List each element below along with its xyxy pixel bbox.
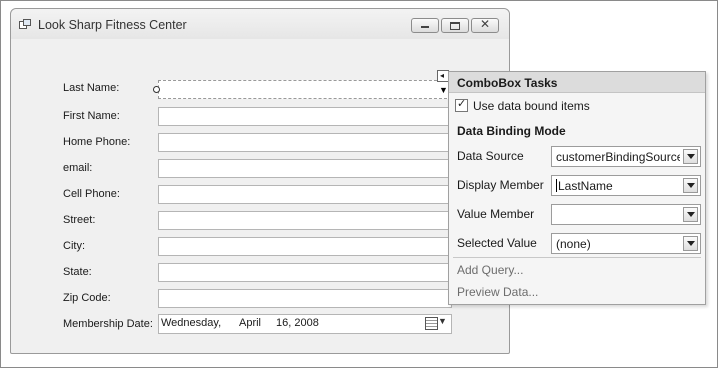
cell-phone-field[interactable] <box>158 185 452 204</box>
combobox-tasks-panel: ComboBox Tasks ✓ Use data bound items Da… <box>448 71 706 305</box>
date-day-year: 16, 2008 <box>276 317 319 329</box>
membership-date-picker[interactable]: Wednesday, April 16, 2008 <box>158 314 452 334</box>
data-source-select[interactable]: customerBindingSource <box>551 146 701 167</box>
data-source-label: Data Source <box>457 149 524 163</box>
use-data-bound-label[interactable]: Use data bound items <box>473 99 590 113</box>
city-label: City: <box>63 240 85 252</box>
smart-tag-arrow-icon: ◂ <box>440 71 445 80</box>
display-member-select[interactable]: LastName <box>551 175 701 196</box>
cell-phone-label: Cell Phone: <box>63 188 120 200</box>
city-field[interactable] <box>158 237 452 256</box>
selected-value-label: Selected Value <box>457 236 537 250</box>
email-label: email: <box>63 162 93 174</box>
text-caret <box>556 179 557 192</box>
street-field[interactable] <box>158 211 452 230</box>
selected-value-select[interactable]: (none) <box>551 233 701 254</box>
maximize-icon <box>450 22 460 30</box>
selected-value-value: (none) <box>556 237 591 251</box>
chevron-down-icon <box>687 241 695 246</box>
state-label: State: <box>63 266 92 278</box>
dropdown-button[interactable] <box>683 178 698 193</box>
checkmark-icon: ✓ <box>457 98 467 110</box>
chevron-down-icon <box>687 154 695 159</box>
close-icon: ✕ <box>479 17 491 31</box>
last-name-combobox[interactable] <box>158 80 452 99</box>
dropdown-button[interactable] <box>683 236 698 251</box>
membership-date-label: Membership Date: <box>63 318 153 330</box>
dropdown-button[interactable] <box>683 207 698 222</box>
data-source-value: customerBindingSource <box>556 150 680 164</box>
value-member-label: Value Member <box>457 207 535 221</box>
zip-code-label: Zip Code: <box>63 292 111 304</box>
chevron-down-icon <box>687 183 695 188</box>
minimize-icon <box>421 26 429 28</box>
home-phone-field[interactable] <box>158 133 452 152</box>
dropdown-button[interactable] <box>683 149 698 164</box>
value-member-select[interactable] <box>551 204 701 225</box>
date-weekday: Wednesday, <box>161 317 222 329</box>
state-field[interactable] <box>158 263 452 282</box>
chevron-down-icon[interactable]: ▼ <box>439 85 448 95</box>
selection-handle[interactable] <box>153 86 160 93</box>
panel-divider <box>453 257 701 258</box>
minimize-button[interactable] <box>411 18 439 33</box>
chevron-down-icon <box>687 212 695 217</box>
display-member-value: LastName <box>558 179 613 193</box>
first-name-field[interactable] <box>158 107 452 126</box>
street-label: Street: <box>63 214 96 226</box>
use-data-bound-checkbox[interactable]: ✓ <box>455 98 468 112</box>
display-member-label: Display Member <box>457 178 544 192</box>
first-name-label: First Name: <box>63 110 120 122</box>
calendar-icon[interactable] <box>425 317 438 330</box>
panel-title: ComboBox Tasks <box>457 76 558 90</box>
add-query-link[interactable]: Add Query... <box>457 263 523 277</box>
window-title: Look Sharp Fitness Center <box>38 18 187 32</box>
zip-code-field[interactable] <box>158 289 452 308</box>
data-binding-mode-heading: Data Binding Mode <box>457 124 566 138</box>
preview-data-link[interactable]: Preview Data... <box>457 285 538 299</box>
app-icon <box>19 19 31 29</box>
home-phone-label: Home Phone: <box>63 136 131 148</box>
date-month: April <box>239 317 262 329</box>
last-name-label: Last Name: <box>63 82 120 94</box>
maximize-button[interactable] <box>441 18 469 33</box>
email-field[interactable] <box>158 159 452 178</box>
chevron-down-icon[interactable]: ▼ <box>438 316 447 326</box>
title-bar: Look Sharp Fitness Center ✕ <box>11 9 509 39</box>
panel-header: ComboBox Tasks <box>449 72 705 93</box>
close-button[interactable]: ✕ <box>471 17 499 33</box>
